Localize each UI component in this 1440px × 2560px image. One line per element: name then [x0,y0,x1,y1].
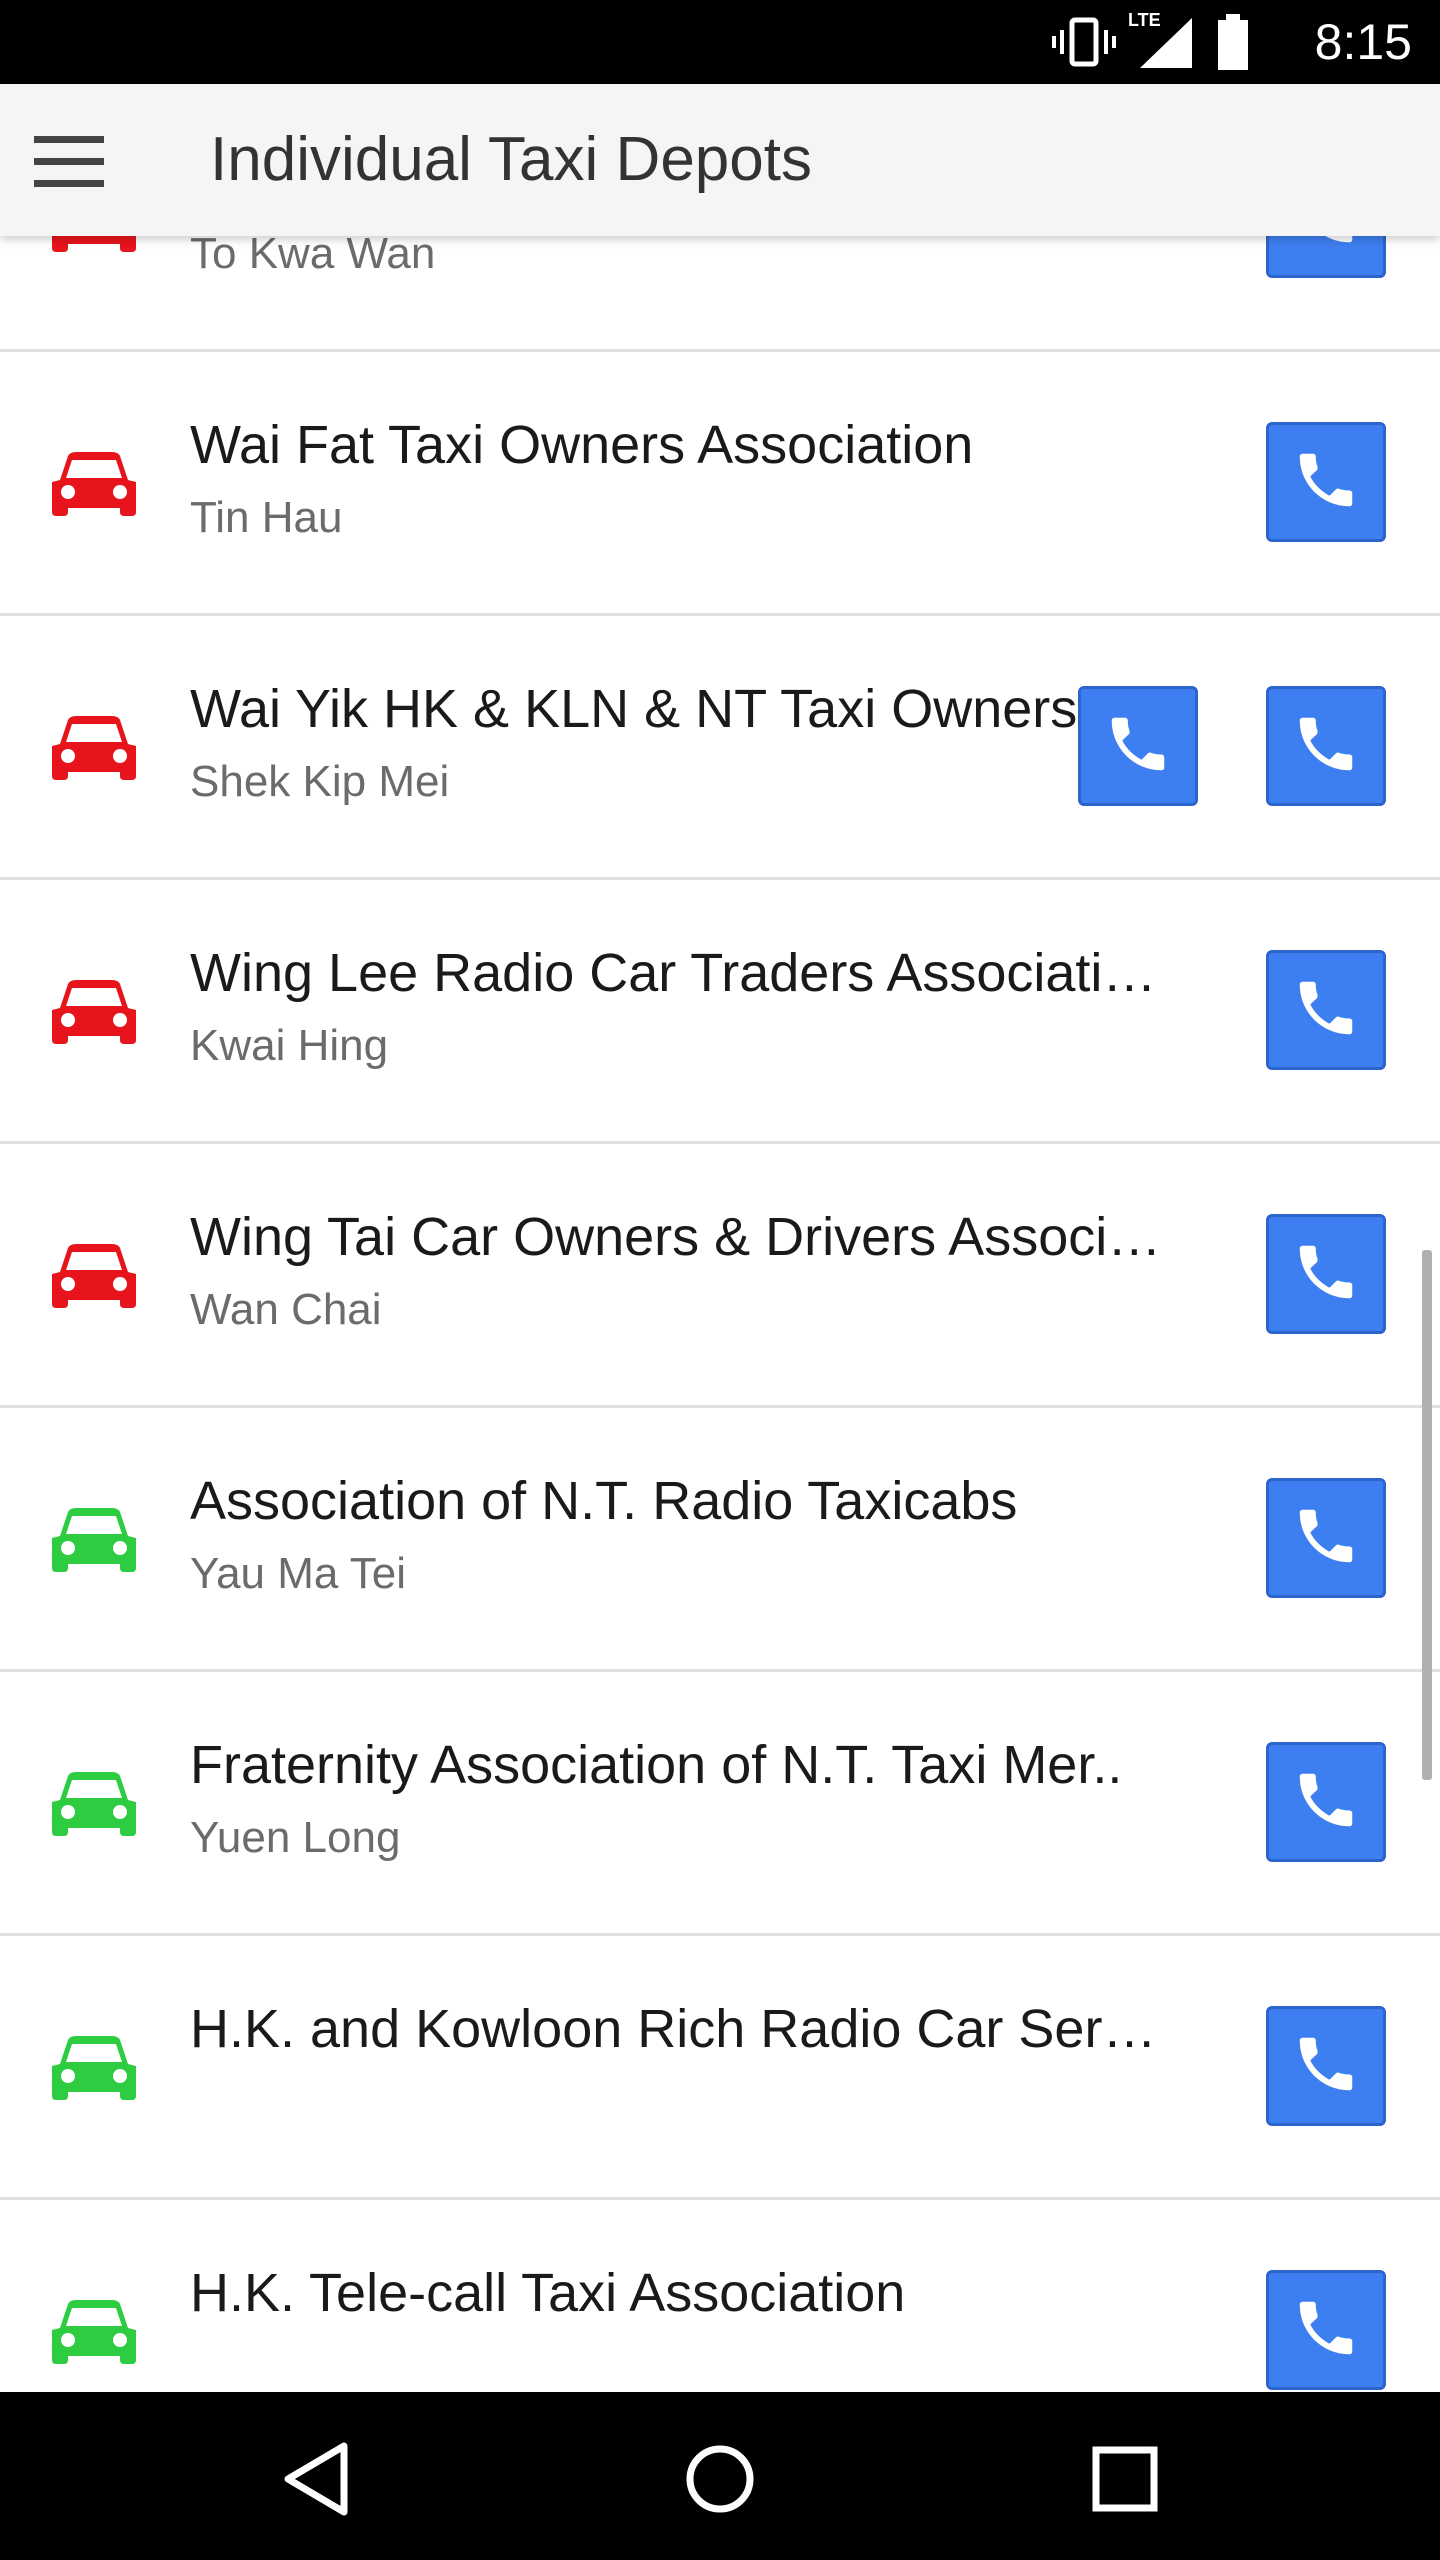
car-icon [50,236,138,256]
list-item[interactable]: H.K. Tele-call Taxi Association [0,2200,1440,2392]
vibrate-icon [1052,17,1116,67]
list-item[interactable]: H.K. and Kowloon Rich Radio Car Serv… [0,1936,1440,2200]
phone-icon [1291,2293,1361,2367]
depot-name: Wing Tai Car Owners & Drivers Associ… [190,1207,1162,1267]
call-button[interactable] [1266,2270,1386,2390]
phone-icon [1291,1501,1361,1575]
phone-icon [1291,1765,1361,1839]
depot-district: Tin Hau [190,493,343,542]
depot-district: Shek Kip Mei [190,757,450,806]
status-time: 8:15 [1314,14,1412,70]
phone-icon [1291,1237,1361,1311]
depot-district: Kwai Hing [190,1021,389,1070]
depot-name: Wai Fat Taxi Owners Association [190,415,974,475]
depot-name: Association of N.T. Radio Taxicabs [190,1471,1018,1531]
phone-icon [1291,445,1361,519]
car-icon [50,1242,138,1312]
status-icons: LTE [1052,10,1250,72]
list-item[interactable]: Wing Tai Car Owners & Drivers Associ… Wa… [0,1144,1440,1408]
list-item[interactable]: Fraternity Association of N.T. Taxi Mer.… [0,1672,1440,1936]
car-icon [50,450,138,520]
phone-icon [1291,2029,1361,2103]
depot-list[interactable]: United Friendship Taxi Owners & Drive… T… [0,236,1440,2392]
phone-icon [1291,236,1361,255]
network-label: LTE [1128,10,1161,30]
phone-icon [1291,973,1361,1047]
call-button[interactable] [1266,950,1386,1070]
recents-icon[interactable] [1080,2434,1170,2524]
phone-icon [1291,709,1361,783]
call-button[interactable] [1266,686,1386,806]
car-icon [50,2034,138,2104]
call-button[interactable] [1266,1214,1386,1334]
depot-name: H.K. and Kowloon Rich Radio Car Serv… [190,1999,1170,2059]
depot-name: Fraternity Association of N.T. Taxi Mer.… [190,1735,1123,1795]
depot-district: Yau Ma Tei [190,1549,407,1598]
car-icon [50,1770,138,1840]
phone-icon [1103,709,1173,783]
list-item[interactable]: United Friendship Taxi Owners & Drive… T… [0,236,1440,352]
home-icon[interactable] [675,2434,765,2524]
list-item[interactable]: Wai Fat Taxi Owners Association Tin Hau [0,352,1440,616]
navigation-bar [0,2392,1440,2560]
depot-name: H.K. Tele-call Taxi Association [190,2263,906,2323]
car-icon [50,978,138,1048]
battery-icon [1218,14,1248,70]
depot-name: Wai Yik HK & KLN & NT Taxi Owners A [190,679,1126,739]
back-icon[interactable] [272,2434,362,2524]
call-button[interactable] [1266,1742,1386,1862]
depot-district: Yuen Long [190,1813,401,1862]
call-button[interactable] [1266,2006,1386,2126]
car-icon [50,714,138,784]
signal-icon: LTE [1128,10,1198,70]
depot-name: Wing Lee Radio Car Traders Associati… [190,943,1157,1003]
list-item[interactable]: Wing Lee Radio Car Traders Associati… Kw… [0,880,1440,1144]
status-bar: LTE 8:15 [0,0,1440,84]
app-bar: Individual Taxi Depots [0,84,1440,236]
list-item[interactable]: Association of N.T. Radio Taxicabs Yau M… [0,1408,1440,1672]
call-button[interactable] [1266,1478,1386,1598]
scrollbar[interactable] [1422,1250,1432,1780]
call-button[interactable] [1266,236,1386,278]
car-icon [50,1506,138,1576]
page-title: Individual Taxi Depots [210,125,812,194]
call-button[interactable] [1266,422,1386,542]
car-icon [50,2298,138,2368]
depot-district: To Kwa Wan [190,236,436,278]
call-button[interactable] [1078,686,1198,806]
list-item[interactable]: Wai Yik HK & KLN & NT Taxi Owners A Shek… [0,616,1440,880]
menu-icon[interactable] [30,126,108,196]
depot-district: Wan Chai [190,1285,382,1334]
